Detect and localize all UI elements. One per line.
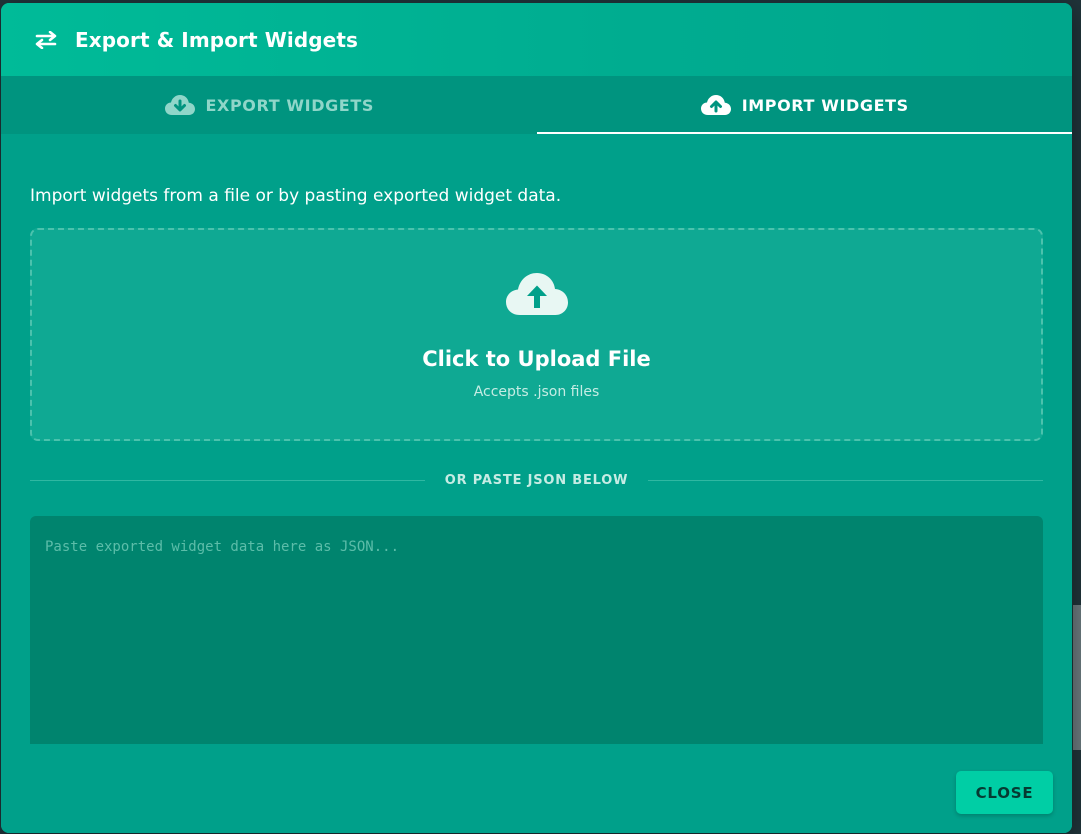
swap-arrows-icon xyxy=(33,30,59,50)
cloud-upload-icon xyxy=(505,271,569,317)
file-upload-dropzone[interactable]: Click to Upload File Accepts .json files xyxy=(30,228,1043,441)
divider-line-right xyxy=(648,479,1044,481)
background-scrollbar[interactable] xyxy=(1073,605,1081,750)
upload-accepts-text: Accepts .json files xyxy=(473,384,600,400)
dialog-header: Export & Import Widgets xyxy=(1,3,1072,76)
divider-line-left xyxy=(30,479,425,481)
divider-text: OR PASTE JSON BELOW xyxy=(444,472,629,488)
upload-title: Click to Upload File xyxy=(422,347,651,371)
dialog-title: Export & Import Widgets xyxy=(75,27,359,52)
close-button[interactable]: CLOSE xyxy=(956,771,1053,814)
tab-export-label: EXPORT WIDGETS xyxy=(205,95,374,115)
cloud-download-icon xyxy=(164,94,196,116)
tab-import-widgets[interactable]: IMPORT WIDGETS xyxy=(536,76,1073,134)
tab-export-widgets[interactable]: EXPORT WIDGETS xyxy=(1,76,537,134)
cloud-upload-icon xyxy=(700,94,732,116)
paste-json-textarea[interactable] xyxy=(30,516,1043,744)
tab-bar: EXPORT WIDGETS IMPORT WIDGETS xyxy=(1,76,1072,134)
import-panel: Import widgets from a file or by pasting… xyxy=(1,185,1072,748)
import-intro-text: Import widgets from a file or by pasting… xyxy=(30,186,562,206)
dialog-footer: CLOSE xyxy=(1,753,1072,833)
export-import-dialog: Export & Import Widgets EXPORT WIDGETS I… xyxy=(1,3,1072,833)
tab-import-label: IMPORT WIDGETS xyxy=(741,95,909,115)
or-divider: OR PASTE JSON BELOW xyxy=(30,469,1044,491)
